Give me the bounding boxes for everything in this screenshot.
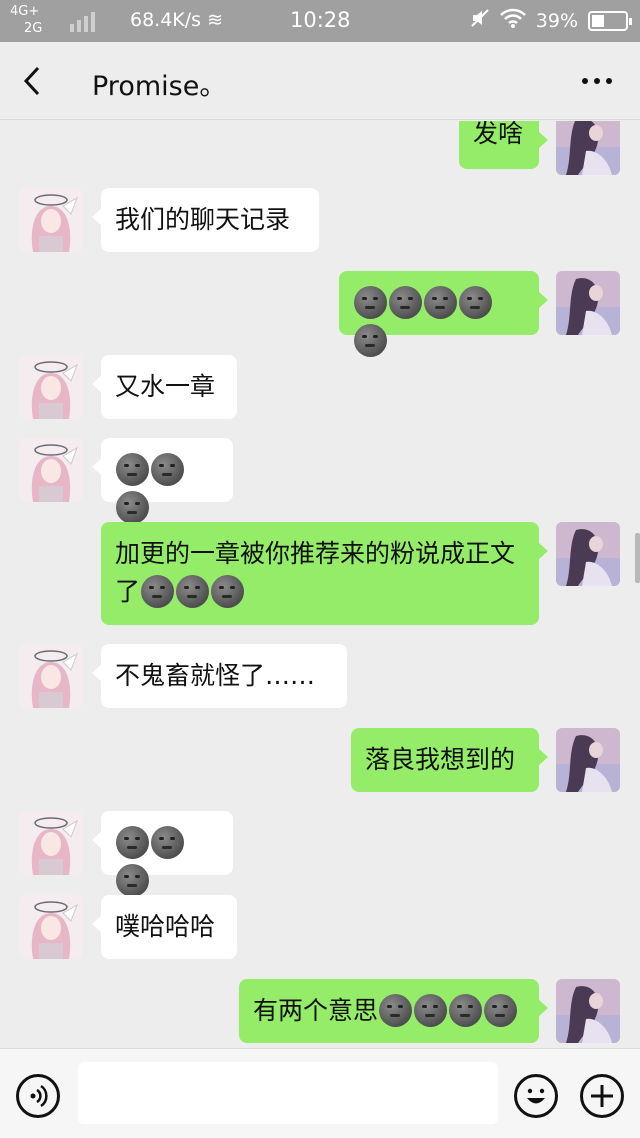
contact-avatar[interactable] bbox=[19, 355, 83, 419]
new-moon-face-emoji-icon bbox=[116, 491, 149, 524]
sent-message-bubble[interactable]: 有两个意思 bbox=[239, 979, 548, 1043]
network-speed: 68.4K/s ≋ bbox=[130, 9, 223, 31]
chat-title: Promise。 bbox=[92, 71, 227, 102]
database-icon: ≋ bbox=[207, 9, 224, 31]
wifi-icon bbox=[499, 8, 526, 33]
clock: 10:28 bbox=[290, 8, 351, 32]
new-moon-face-emoji-icon bbox=[449, 993, 483, 1027]
new-moon-face-emoji-icon bbox=[116, 864, 149, 897]
new-moon-face-emoji-icon bbox=[459, 285, 492, 319]
new-moon-face-emoji-icon bbox=[354, 285, 387, 319]
new-moon-face-emoji-icon bbox=[151, 825, 184, 859]
battery-fill bbox=[592, 14, 605, 27]
contact-avatar[interactable] bbox=[19, 438, 83, 502]
sent-message-bubble[interactable]: 落良我想到的 bbox=[351, 728, 548, 792]
network-indicator: 4G+ 2G bbox=[10, 3, 42, 37]
message-text: 落良我想到的 bbox=[365, 745, 516, 774]
new-moon-face-emoji-icon bbox=[379, 993, 413, 1027]
message-text: 有两个意思 bbox=[253, 996, 379, 1025]
scroll-indicator[interactable] bbox=[635, 533, 640, 583]
input-bar bbox=[0, 1048, 640, 1138]
new-moon-face-emoji-icon bbox=[211, 574, 245, 608]
battery-percent: 39% bbox=[535, 9, 578, 32]
signal-icon bbox=[70, 12, 95, 32]
message-text: 不鬼畜就怪了…… bbox=[115, 661, 316, 690]
message-input[interactable] bbox=[78, 1062, 498, 1124]
back-arrow-icon[interactable] bbox=[18, 64, 48, 98]
message-text: 加更的一章被你推荐来的粉说成正文了 bbox=[115, 539, 516, 606]
message-list[interactable]: 发啥我们的聊天记录 又水一章加更的一章被你推荐来的粉说成正文了不鬼畜就怪了…… 落良… bbox=[0, 121, 640, 1048]
sent-message-bubble[interactable] bbox=[339, 271, 548, 357]
contact-avatar[interactable] bbox=[19, 188, 83, 252]
plus-icon bbox=[591, 1085, 613, 1107]
new-moon-face-emoji-icon bbox=[176, 574, 210, 608]
contact-avatar[interactable] bbox=[19, 644, 83, 708]
status-right: 39% bbox=[470, 8, 632, 33]
emoji-button[interactable] bbox=[514, 1074, 558, 1118]
new-moon-face-emoji-icon bbox=[151, 452, 184, 486]
smiley-icon bbox=[527, 1088, 545, 1104]
mute-icon bbox=[470, 8, 490, 33]
message-text: 我们的聊天记录 bbox=[115, 205, 291, 234]
received-message-bubble[interactable]: 噗哈哈哈 bbox=[92, 895, 237, 959]
network-4g-label: 4G+ bbox=[10, 4, 40, 19]
network-2g-label: 2G bbox=[24, 21, 43, 36]
received-message-bubble[interactable]: 我们的聊天记录 bbox=[92, 188, 319, 252]
more-functions-button[interactable] bbox=[580, 1074, 624, 1118]
contact-avatar[interactable] bbox=[19, 811, 83, 875]
new-moon-face-emoji-icon bbox=[141, 574, 175, 608]
received-message-bubble[interactable]: 又水一章 bbox=[92, 355, 237, 419]
new-moon-face-emoji-icon bbox=[116, 452, 149, 486]
my-avatar[interactable] bbox=[556, 979, 620, 1043]
sent-message-bubble[interactable]: 加更的一章被你推荐来的粉说成正文了 bbox=[101, 522, 548, 625]
my-avatar[interactable] bbox=[556, 522, 620, 586]
more-options-icon[interactable] bbox=[580, 68, 614, 94]
received-message-bubble[interactable]: 不鬼畜就怪了…… bbox=[92, 644, 347, 708]
my-avatar[interactable] bbox=[556, 271, 620, 335]
new-moon-face-emoji-icon bbox=[389, 285, 422, 319]
received-message-bubble[interactable] bbox=[92, 438, 233, 524]
my-avatar[interactable] bbox=[556, 121, 620, 175]
battery-icon bbox=[588, 10, 632, 31]
message-text: 发啥 bbox=[473, 121, 524, 148]
new-moon-face-emoji-icon bbox=[484, 993, 518, 1027]
message-text: 噗哈哈哈 bbox=[115, 912, 216, 941]
new-moon-face-emoji-icon bbox=[414, 993, 448, 1027]
new-moon-face-emoji-icon bbox=[424, 285, 457, 319]
new-moon-face-emoji-icon bbox=[354, 324, 387, 357]
voice-icon bbox=[30, 1084, 48, 1108]
contact-avatar[interactable] bbox=[19, 895, 83, 959]
sent-message-bubble[interactable]: 发啥 bbox=[459, 121, 548, 169]
status-bar: 4G+ 2G 68.4K/s ≋ 10:28 39% bbox=[0, 0, 640, 42]
received-message-bubble[interactable] bbox=[92, 811, 233, 897]
message-text: 又水一章 bbox=[115, 372, 216, 401]
voice-input-button[interactable] bbox=[16, 1074, 60, 1118]
new-moon-face-emoji-icon bbox=[116, 825, 149, 859]
chat-header: Promise。 bbox=[0, 42, 640, 120]
network-speed-label: 68.4K/s bbox=[130, 9, 202, 31]
my-avatar[interactable] bbox=[556, 728, 620, 792]
